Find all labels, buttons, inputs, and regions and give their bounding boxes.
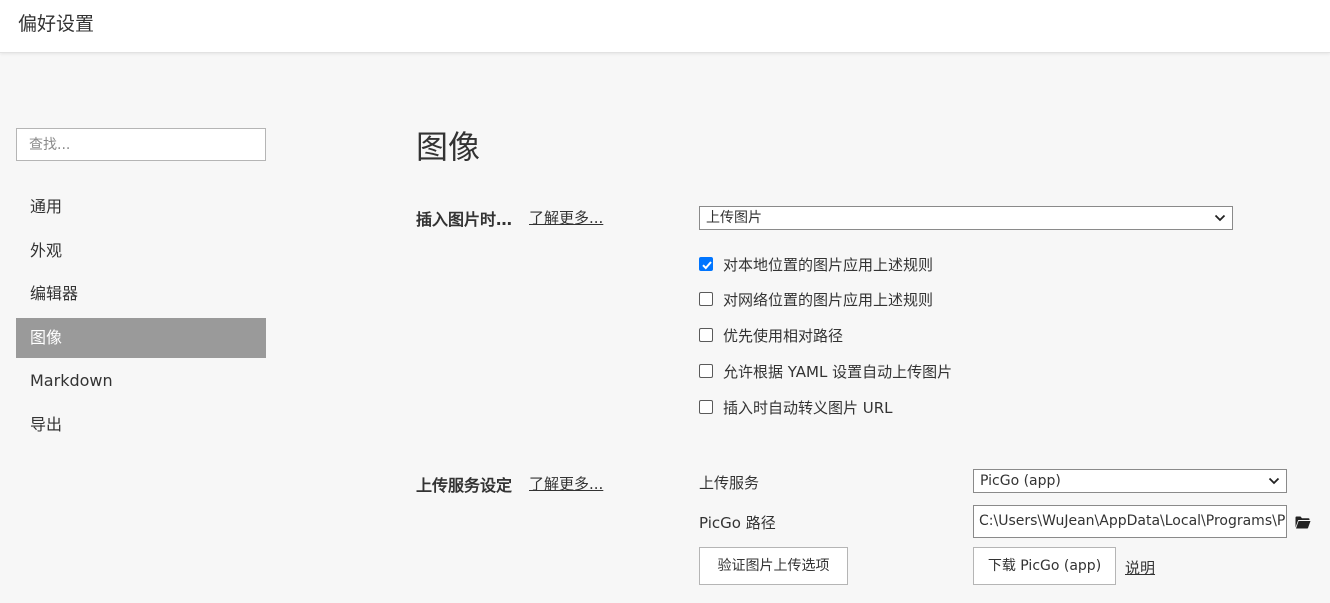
option-label: 插入时自动转义图片 URL xyxy=(723,398,893,417)
picgo-path-label: PicGo 路径 xyxy=(699,514,776,532)
checkbox-local-images[interactable] xyxy=(699,257,713,271)
verify-upload-button[interactable]: 验证图片上传选项 xyxy=(699,547,848,585)
upload-learn-more-link[interactable]: 了解更多... xyxy=(529,473,603,494)
insert-action-select[interactable]: 上传图片 xyxy=(699,206,1233,230)
insert-action-select-value: 上传图片 xyxy=(706,210,762,226)
checkbox-yaml-upload[interactable] xyxy=(699,364,713,378)
checkbox-relative-path[interactable] xyxy=(699,328,713,342)
checkbox-escape-url[interactable] xyxy=(699,400,713,414)
option-local-images[interactable]: 对本地位置的图片应用上述规则 xyxy=(699,253,933,275)
option-label: 允许根据 YAML 设置自动上传图片 xyxy=(723,362,953,381)
sidebar-item-export[interactable]: 导出 xyxy=(16,405,266,445)
option-label: 对网络位置的图片应用上述规则 xyxy=(723,290,934,309)
option-yaml-upload[interactable]: 允许根据 YAML 设置自动上传图片 xyxy=(699,360,952,382)
window-title: 偏好设置 xyxy=(18,14,95,35)
upload-service-select[interactable]: PicGo (app) xyxy=(973,469,1287,493)
title-bar: 偏好设置 xyxy=(0,0,1330,53)
option-relative-path[interactable]: 优先使用相对路径 xyxy=(699,324,843,346)
insert-learn-more-link[interactable]: 了解更多... xyxy=(529,207,603,228)
sidebar-item-image[interactable]: 图像 xyxy=(16,317,266,358)
sidebar-nav: 通用 外观 编辑器 图像 Markdown 导出 xyxy=(16,187,266,448)
folder-icon[interactable] xyxy=(1295,516,1311,529)
checkbox-network-images[interactable] xyxy=(699,292,713,306)
checkmark-icon xyxy=(702,261,712,270)
upload-section-label: 上传服务设定 xyxy=(416,476,513,495)
sidebar-item-markdown[interactable]: Markdown xyxy=(16,361,266,401)
insert-section-label: 插入图片时… xyxy=(416,210,513,229)
chevron-down-icon xyxy=(1268,477,1280,485)
sidebar-item-general[interactable]: 通用 xyxy=(16,187,266,227)
upload-service-select-value: PicGo (app) xyxy=(980,473,1061,489)
upload-service-label: 上传服务 xyxy=(699,474,760,492)
search-input[interactable] xyxy=(16,128,266,161)
help-link[interactable]: 说明 xyxy=(1125,557,1155,578)
chevron-down-icon xyxy=(1214,214,1226,222)
option-escape-url[interactable]: 插入时自动转义图片 URL xyxy=(699,396,893,418)
option-label: 对本地位置的图片应用上述规则 xyxy=(723,255,934,274)
page-title: 图像 xyxy=(416,128,481,166)
option-label: 优先使用相对路径 xyxy=(723,326,844,345)
picgo-path-input[interactable]: C:\Users\WuJean\AppData\Local\Programs\P xyxy=(973,505,1287,538)
sidebar-item-appearance[interactable]: 外观 xyxy=(16,231,266,271)
option-network-images[interactable]: 对网络位置的图片应用上述规则 xyxy=(699,288,933,310)
download-picgo-button[interactable]: 下载 PicGo (app) xyxy=(973,547,1116,585)
sidebar-item-editor[interactable]: 编辑器 xyxy=(16,274,266,314)
